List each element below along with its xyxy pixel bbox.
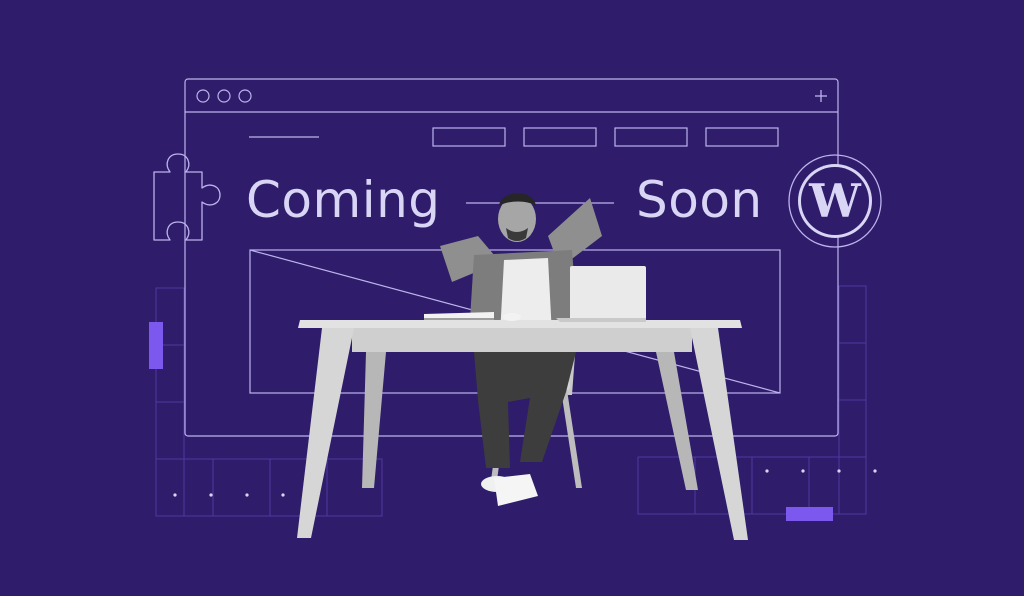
headline-word-soon: Soon <box>636 171 763 229</box>
headline-word-coming: Coming <box>246 171 441 229</box>
add-tab-icon <box>815 90 827 102</box>
desk-leg <box>656 352 698 490</box>
notebook <box>424 312 494 320</box>
nav-placeholders <box>432 127 779 147</box>
accent-bar-right <box>786 507 833 521</box>
accent-bar-left <box>149 322 163 369</box>
illustration: W <box>149 78 882 540</box>
desk-top <box>298 320 742 328</box>
mouse <box>503 313 521 321</box>
coming-soon-banner: W Coming Soon <box>0 0 1024 596</box>
puzzle-piece-icon <box>153 153 221 241</box>
wordpress-logo-icon: W <box>788 154 882 248</box>
desk-leg <box>690 328 748 540</box>
window-control-dots <box>196 89 252 103</box>
desk-leg <box>297 328 354 538</box>
wordpress-logo-letter: W <box>808 174 862 228</box>
desk-apron <box>352 328 692 352</box>
